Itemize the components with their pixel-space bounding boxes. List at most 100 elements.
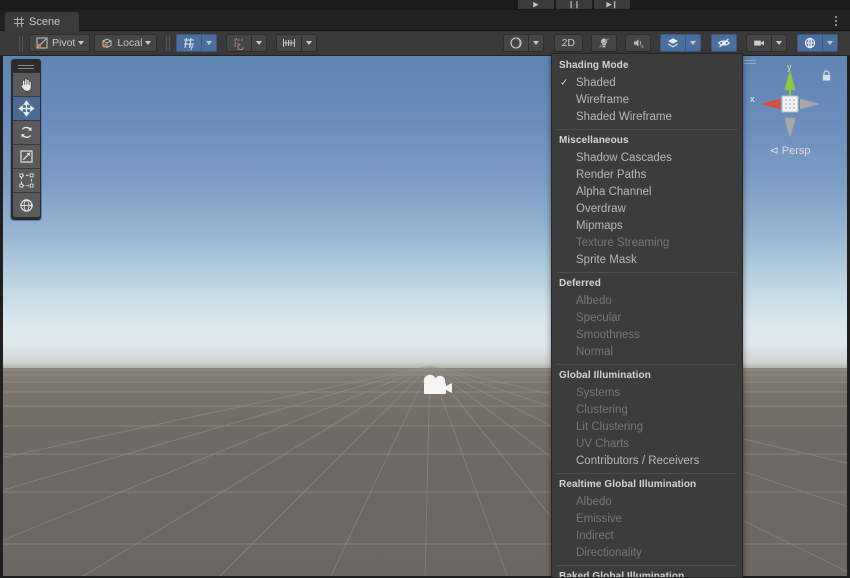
palette-drag-handle[interactable] (18, 62, 34, 71)
step-button[interactable]: ▶❙ (594, 0, 630, 9)
grid-snapping-dropdown[interactable] (202, 34, 218, 52)
menu-separator (557, 364, 737, 365)
tab-scene[interactable]: Scene (5, 12, 79, 31)
hand-tool[interactable] (12, 73, 40, 97)
grid-snapping-button[interactable]: y (176, 34, 203, 52)
grid-snapping-icon: y (184, 37, 195, 51)
pivot-mode-button[interactable]: Pivot (29, 34, 91, 52)
chevron-down-icon (256, 41, 263, 45)
menu-item[interactable]: Shaded Wireframe (552, 108, 742, 125)
menu-item: UV Charts (552, 435, 742, 452)
menu-item-label: Texture Streaming (576, 236, 670, 249)
menu-item-label: Albedo (576, 495, 612, 508)
snap-increment-icon (283, 39, 296, 47)
scene-lighting-icon (599, 38, 609, 48)
menu-item[interactable]: ✓ Shaded (552, 74, 742, 91)
draw-mode-dropdown[interactable] (528, 34, 544, 52)
menu-item-label: Wireframe (576, 93, 630, 106)
grid-visibility-button[interactable] (226, 34, 253, 52)
menu-separator (557, 565, 737, 566)
menu-item: Systems (552, 384, 742, 401)
hand-icon (20, 78, 32, 92)
effects-button[interactable] (660, 34, 686, 52)
snap-increment-button[interactable] (276, 34, 303, 52)
menu-item-label: Lit Clustering (576, 420, 644, 433)
menu-item-label: Sprite Mask (576, 253, 637, 266)
pause-button[interactable]: ❙❙ (556, 0, 592, 9)
playmode-controls: ▶ ❙❙ ▶❙ (518, 0, 630, 9)
menu-item-label: Shaded Wireframe (576, 110, 672, 123)
camera-gizmo-icon[interactable] (419, 372, 457, 398)
menu-item-label: Render Paths (576, 168, 647, 181)
menu-item[interactable]: Mipmaps (552, 217, 742, 234)
draw-mode-dropdown-menu[interactable]: Shading Mode ✓ Shaded Wireframe Shaded Wiref… (551, 53, 743, 578)
kebab-menu-icon[interactable] (830, 15, 842, 27)
menu-item[interactable]: Wireframe (552, 91, 742, 108)
step-icon: ▶❙ (606, 1, 618, 8)
scene-camera-dropdown[interactable] (772, 34, 787, 52)
transform-tool[interactable] (12, 193, 40, 217)
menu-item-label: Overdraw (576, 202, 626, 215)
scale-tool[interactable] (12, 145, 40, 169)
menu-section-header: Miscellaneous (559, 135, 629, 146)
move-tool[interactable] (12, 97, 40, 121)
handle-space-button[interactable]: Local (94, 34, 158, 52)
transform-icon (19, 198, 33, 212)
gizmos-button[interactable] (797, 34, 823, 52)
chevron-down-icon (206, 41, 213, 45)
rotate-icon (20, 126, 32, 138)
move-icon (17, 100, 35, 117)
menu-item-label: Directionality (576, 546, 642, 559)
menu-item-label: Indirect (576, 529, 614, 542)
menu-item[interactable]: Render Paths (552, 166, 742, 183)
menu-section-header: Baked Global Illumination (559, 571, 685, 578)
scene-camera-icon (754, 40, 764, 46)
menu-section-header: Global Illumination (559, 370, 651, 381)
chevron-down-icon (78, 41, 85, 45)
menu-item-label: Emissive (576, 512, 623, 525)
menu-item[interactable]: Shadow Cascades (552, 149, 742, 166)
chevron-down-icon (827, 41, 833, 45)
menu-item-label: UV Charts (576, 437, 630, 450)
menu-item[interactable]: Sprite Mask (552, 251, 742, 268)
gizmo-drag-handle[interactable] (744, 60, 756, 67)
projection-mode-label[interactable]: ⊲ Persp (738, 144, 842, 157)
svg-text:y: y (190, 44, 194, 51)
hidden-objects-button[interactable] (711, 34, 737, 52)
toolbar-separator-1 (19, 35, 20, 51)
gizmos-dropdown[interactable] (823, 34, 838, 52)
hash-grid-icon (14, 16, 24, 27)
rect-tool[interactable] (12, 169, 40, 193)
view-mode-2d-button[interactable]: 2D (553, 34, 583, 52)
rotate-tool[interactable] (12, 121, 40, 145)
scene-camera-button[interactable] (746, 34, 772, 52)
menu-section-header: Shading Mode (559, 60, 629, 71)
menu-item: Normal (552, 343, 742, 360)
menu-item: Smoothness (552, 326, 742, 343)
menu-item[interactable]: Contributors / Receivers (552, 452, 742, 469)
hidden-objects-icon (718, 38, 730, 48)
scene-orientation-gizmo[interactable]: y x ⊲ Persp (738, 58, 842, 162)
draw-mode-button[interactable] (502, 34, 529, 52)
snap-increment-dropdown[interactable] (302, 34, 318, 52)
chevron-down-icon (776, 41, 782, 45)
chevron-down-icon (690, 41, 696, 45)
menu-item[interactable]: Alpha Channel (552, 183, 742, 200)
grid-visibility-dropdown[interactable] (252, 34, 268, 52)
play-button[interactable]: ▶ (518, 0, 554, 9)
effects-dropdown[interactable] (686, 34, 701, 52)
pivot-icon (36, 37, 48, 49)
scene-lighting-button[interactable] (591, 34, 617, 52)
menu-item[interactable]: Overdraw (552, 200, 742, 217)
menu-separator (557, 129, 737, 130)
scene-audio-icon: x (634, 39, 644, 50)
scene-audio-button[interactable]: x (625, 34, 651, 52)
menu-item-label: Specular (576, 311, 622, 324)
window-tab-bar: Scene (0, 10, 850, 31)
pivot-mode-label: Pivot (52, 37, 76, 49)
toolbar-separator-2 (166, 35, 168, 51)
lock-icon[interactable] (821, 70, 832, 82)
menu-item: Albedo (552, 292, 742, 309)
menu-item-label: Systems (576, 386, 621, 399)
chevron-down-icon (532, 41, 539, 45)
